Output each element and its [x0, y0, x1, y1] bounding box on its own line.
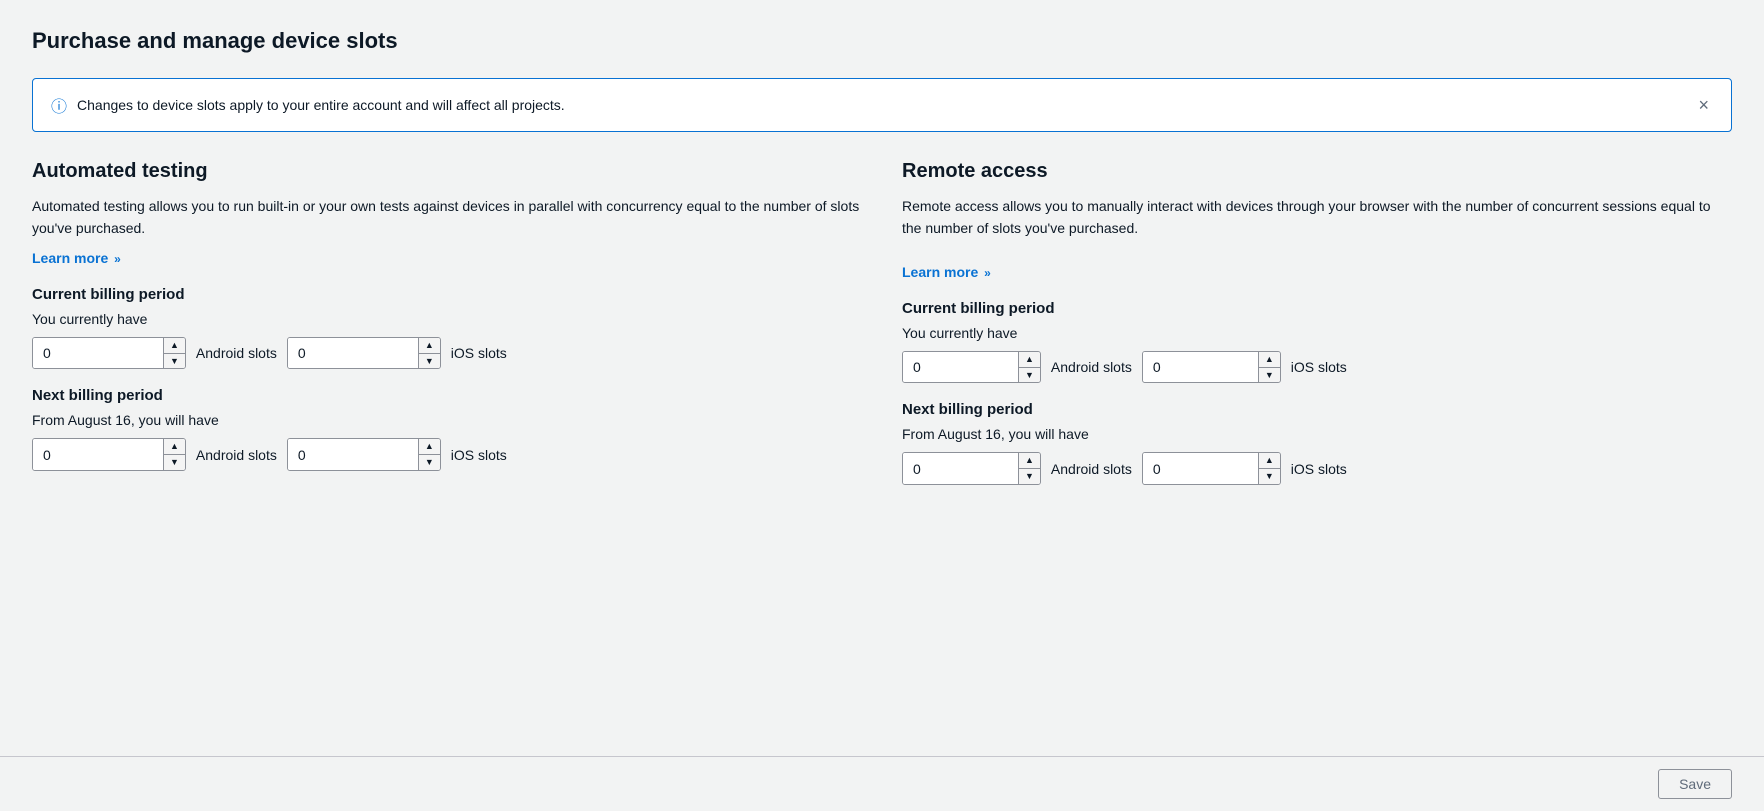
remote-next-from-label: From August 16, you will have [902, 426, 1732, 442]
remote-current-android-increment[interactable]: ▲ [1019, 352, 1040, 368]
remote-learn-more-chevron: » [984, 266, 991, 280]
automated-current-android-spinner-buttons: ▲ ▼ [163, 338, 185, 369]
automated-current-ios-decrement[interactable]: ▼ [419, 354, 440, 369]
automated-current-ios-input[interactable] [288, 338, 418, 369]
two-col-layout: Automated testing Automated testing allo… [32, 160, 1732, 491]
automated-next-android-decrement[interactable]: ▼ [164, 455, 185, 470]
automated-current-ios-increment[interactable]: ▲ [419, 338, 440, 354]
page-container: Purchase and manage device slots ⓘ Chang… [0, 0, 1764, 571]
automated-next-ios-label: iOS slots [451, 447, 507, 463]
remote-current-you-have: You currently have [902, 325, 1732, 341]
remote-next-ios-input[interactable] [1143, 453, 1258, 484]
remote-next-ios-spinner: ▲ ▼ [1142, 452, 1281, 485]
footer-bar: Save [0, 756, 1764, 811]
remote-current-android-decrement[interactable]: ▼ [1019, 368, 1040, 383]
automated-desc-row: Automated testing allows you to run buil… [32, 195, 862, 266]
remote-current-ios-spinner: ▲ ▼ [1142, 351, 1281, 384]
automated-section: Automated testing Automated testing allo… [32, 160, 862, 491]
remote-current-ios-label: iOS slots [1291, 359, 1347, 375]
remote-current-ios-spinner-buttons: ▲ ▼ [1258, 352, 1280, 383]
remote-current-ios-decrement[interactable]: ▼ [1259, 368, 1280, 383]
info-banner-left: ⓘ Changes to device slots apply to your … [51, 93, 565, 117]
remote-learn-more-text: Learn more [902, 264, 978, 280]
automated-description: Automated testing allows you to run buil… [32, 195, 862, 240]
remote-section-title: Remote access [902, 160, 1732, 183]
automated-current-android-label: Android slots [196, 345, 277, 361]
remote-next-android-decrement[interactable]: ▼ [1019, 469, 1040, 484]
automated-current-android-increment[interactable]: ▲ [164, 338, 185, 354]
automated-learn-more-text: Learn more [32, 250, 108, 266]
remote-next-android-spinner-buttons: ▲ ▼ [1018, 453, 1040, 484]
remote-current-period-title: Current billing period [902, 300, 1732, 317]
automated-current-you-have: You currently have [32, 311, 862, 327]
automated-learn-more-link[interactable]: Learn more » [32, 250, 121, 266]
remote-learn-more-link[interactable]: Learn more » [902, 264, 991, 280]
remote-current-android-spinner-buttons: ▲ ▼ [1018, 352, 1040, 383]
automated-next-ios-spinner: ▲ ▼ [287, 438, 441, 471]
remote-current-slots-row: ▲ ▼ Android slots ▲ ▼ iOS slots [902, 351, 1732, 384]
remote-desc-row: Remote access allows you to manually int… [902, 195, 1732, 244]
remote-current-android-spinner: ▲ ▼ [902, 351, 1041, 384]
automated-next-android-label: Android slots [196, 447, 277, 463]
automated-next-ios-decrement[interactable]: ▼ [419, 455, 440, 470]
automated-next-android-spinner: ▲ ▼ [32, 438, 186, 471]
remote-next-period-title: Next billing period [902, 401, 1732, 418]
automated-next-android-increment[interactable]: ▲ [164, 439, 185, 455]
automated-current-period-title: Current billing period [32, 286, 862, 303]
remote-current-ios-increment[interactable]: ▲ [1259, 352, 1280, 368]
remote-next-android-spinner: ▲ ▼ [902, 452, 1041, 485]
remote-section: Remote access Remote access allows you t… [902, 160, 1732, 491]
remote-next-slots-row: ▲ ▼ Android slots ▲ ▼ iOS slots [902, 452, 1732, 485]
info-banner: ⓘ Changes to device slots apply to your … [32, 78, 1732, 132]
info-icon: ⓘ [51, 93, 67, 117]
automated-learn-more-chevron: » [114, 252, 121, 266]
banner-text: Changes to device slots apply to your en… [77, 97, 565, 113]
remote-next-ios-label: iOS slots [1291, 461, 1347, 477]
remote-next-ios-decrement[interactable]: ▼ [1259, 469, 1280, 484]
remote-next-ios-increment[interactable]: ▲ [1259, 453, 1280, 469]
remote-current-ios-input[interactable] [1143, 352, 1258, 383]
automated-next-ios-increment[interactable]: ▲ [419, 439, 440, 455]
automated-current-ios-spinner-buttons: ▲ ▼ [418, 338, 440, 369]
automated-current-ios-label: iOS slots [451, 345, 507, 361]
automated-current-android-decrement[interactable]: ▼ [164, 354, 185, 369]
automated-current-android-spinner: ▲ ▼ [32, 337, 186, 370]
remote-next-android-input[interactable] [903, 453, 1018, 484]
automated-next-slots-row: ▲ ▼ Android slots ▲ ▼ iOS slots [32, 438, 862, 471]
automated-next-android-spinner-buttons: ▲ ▼ [163, 439, 185, 470]
automated-next-ios-input[interactable] [288, 439, 418, 470]
remote-current-android-input[interactable] [903, 352, 1018, 383]
automated-current-android-input[interactable] [33, 338, 163, 369]
remote-current-android-label: Android slots [1051, 359, 1132, 375]
automated-current-slots-row: ▲ ▼ Android slots ▲ ▼ iOS slots [32, 337, 862, 370]
automated-next-android-input[interactable] [33, 439, 163, 470]
automated-current-ios-spinner: ▲ ▼ [287, 337, 441, 370]
banner-close-button[interactable]: × [1694, 96, 1713, 114]
remote-next-android-label: Android slots [1051, 461, 1132, 477]
automated-section-title: Automated testing [32, 160, 862, 183]
save-button[interactable]: Save [1658, 769, 1732, 799]
page-title: Purchase and manage device slots [32, 28, 1732, 54]
remote-next-android-increment[interactable]: ▲ [1019, 453, 1040, 469]
automated-next-ios-spinner-buttons: ▲ ▼ [418, 439, 440, 470]
remote-next-ios-spinner-buttons: ▲ ▼ [1258, 453, 1280, 484]
remote-description: Remote access allows you to manually int… [902, 195, 1732, 240]
automated-next-from-label: From August 16, you will have [32, 412, 862, 428]
automated-next-period-title: Next billing period [32, 387, 862, 404]
